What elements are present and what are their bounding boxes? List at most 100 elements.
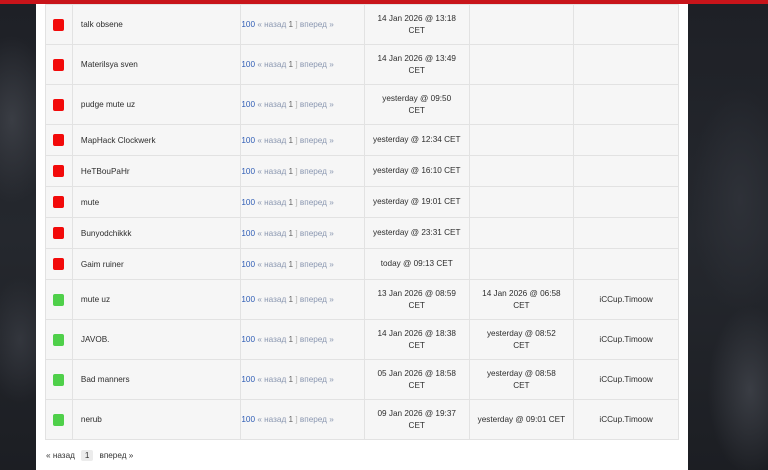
bottom-pagination: « назад 1 вперед » <box>46 450 133 461</box>
ban-date: yesterday @ 19:01 CET <box>372 197 461 207</box>
prev-link[interactable]: « назад <box>257 335 286 344</box>
prev-link[interactable]: « назад <box>257 60 286 69</box>
bracket: ] <box>295 20 298 29</box>
ban-date: yesterday @ 12:34 CET <box>372 135 461 145</box>
prev-link[interactable]: « назад <box>257 100 286 109</box>
status-cell <box>45 124 73 156</box>
count-link[interactable]: 100 <box>241 375 255 384</box>
next-link[interactable]: вперед » <box>300 229 334 238</box>
next-link[interactable]: вперед » <box>300 198 334 207</box>
prev-link[interactable]: « назад <box>257 375 286 384</box>
unban-date-tz: CET <box>513 380 530 390</box>
status-red-icon <box>53 18 65 31</box>
ban-reason: HeTBouPaHr <box>80 166 130 176</box>
prev-link[interactable]: « назад <box>257 295 286 304</box>
bottom-next-link[interactable]: вперед » <box>99 451 133 460</box>
bracket: ] <box>295 100 298 109</box>
ban-date-cell: 14 Jan 2026 @ 18:38 CET <box>363 319 470 360</box>
reason-cell: HeTBouPaHr <box>71 155 242 187</box>
count-link[interactable]: 100 <box>241 20 255 29</box>
next-link[interactable]: вперед » <box>300 167 334 176</box>
next-link[interactable]: вперед » <box>300 335 334 344</box>
admin-cell <box>573 217 679 249</box>
ban-date-cell: 05 Jan 2026 @ 18:58 CET <box>363 359 470 400</box>
next-link[interactable]: вперед » <box>300 20 334 29</box>
next-link[interactable]: вперед » <box>300 60 334 69</box>
current-page: 1 <box>288 197 294 207</box>
table-row: mute 100 « назад 1 ] вперед » yesterday @ … <box>45 186 679 218</box>
count-link[interactable]: 100 <box>241 415 255 424</box>
next-link[interactable]: вперед » <box>300 260 334 269</box>
unban-date: 14 Jan 2026 @ 06:58 <box>482 288 561 298</box>
ban-date: yesterday @ 23:31 CET <box>372 228 461 238</box>
unban-date-cell <box>468 124 575 156</box>
pager-cell: 100 « назад 1 ] вперед » <box>240 44 365 85</box>
admin-name[interactable]: iCCup.Timoow <box>599 295 652 304</box>
ban-date-cell: 09 Jan 2026 @ 19:37 CET <box>363 399 470 440</box>
ban-date-cell: today @ 09:13 CET <box>363 248 470 280</box>
bans-table: talk obsene 100 « назад 1 ] вперед » 14 Ja… <box>45 4 679 440</box>
prev-link[interactable]: « назад <box>257 20 286 29</box>
bracket: ] <box>295 259 298 269</box>
next-link[interactable]: вперед » <box>300 375 334 384</box>
unban-date-cell <box>468 84 575 125</box>
ban-reason: Materilsya sven <box>80 60 138 69</box>
admin-name[interactable]: iCCup.Timoow <box>599 335 652 344</box>
current-page: 1 <box>288 60 294 69</box>
status-green-icon <box>53 373 65 386</box>
pager-cell: 100 « назад 1 ] вперед » <box>240 279 365 320</box>
admin-name[interactable]: iCCup.Timoow <box>599 415 652 424</box>
count-link[interactable]: 100 <box>241 60 255 69</box>
next-link[interactable]: вперед » <box>300 100 334 109</box>
count-link[interactable]: 100 <box>241 229 255 238</box>
ban-date-tz: CET <box>408 25 425 35</box>
bracket: ] <box>295 197 298 207</box>
count-link[interactable]: 100 <box>241 335 255 344</box>
ban-date-tz: CET <box>408 380 425 390</box>
ban-date: 13 Jan 2026 @ 08:59 <box>377 288 456 298</box>
bracket: ] <box>295 228 298 238</box>
count-link[interactable]: 100 <box>241 100 255 109</box>
admin-name[interactable]: iCCup.Timoow <box>599 375 652 384</box>
status-red-icon <box>53 227 65 239</box>
table-row: Bunyodchikkk 100 « назад 1 ] вперед » yest… <box>45 217 679 249</box>
prev-link[interactable]: « назад <box>257 167 286 176</box>
unban-date-cell <box>468 186 575 218</box>
count-link[interactable]: 100 <box>241 260 255 269</box>
unban-date: yesterday @ 09:01 CET <box>477 414 566 424</box>
pager-cell: 100 « назад 1 ] вперед » <box>240 155 365 187</box>
status-green-icon <box>53 293 65 306</box>
next-link[interactable]: вперед » <box>300 136 334 145</box>
next-link[interactable]: вперед » <box>300 415 334 424</box>
ban-date-cell: yesterday @ 23:31 CET <box>363 217 470 249</box>
status-cell <box>45 84 73 125</box>
next-link[interactable]: вперед » <box>300 295 334 304</box>
unban-date-tz: CET <box>513 300 530 310</box>
prev-link[interactable]: « назад <box>257 198 286 207</box>
bracket: ] <box>295 375 298 384</box>
ban-date-cell: 14 Jan 2026 @ 13:49 CET <box>363 44 470 85</box>
admin-cell: iCCup.Timoow <box>573 319 679 360</box>
pager-cell: 100 « назад 1 ] вперед » <box>240 319 365 360</box>
count-link[interactable]: 100 <box>241 136 255 145</box>
prev-link[interactable]: « назад <box>257 229 286 238</box>
table-row: mute uz 100 « назад 1 ] вперед » 13 Jan 20… <box>45 279 679 320</box>
reason-cell: mute <box>71 186 242 218</box>
status-red-icon <box>53 165 65 177</box>
count-link[interactable]: 100 <box>241 295 255 304</box>
count-link[interactable]: 100 <box>241 167 255 176</box>
bottom-current-page[interactable]: 1 <box>80 450 94 461</box>
bottom-prev-link[interactable]: « назад <box>46 451 75 460</box>
status-red-icon <box>53 58 65 71</box>
ban-reason: talk obsene <box>80 20 123 29</box>
prev-link[interactable]: « назад <box>257 260 286 269</box>
unban-date-cell <box>468 217 575 249</box>
count-link[interactable]: 100 <box>241 198 255 207</box>
admin-cell: iCCup.Timoow <box>573 359 679 400</box>
pager-cell: 100 « назад 1 ] вперед » <box>240 359 365 400</box>
bracket: ] <box>295 135 298 145</box>
current-page: 1 <box>288 100 294 109</box>
prev-link[interactable]: « назад <box>257 136 286 145</box>
ban-date-cell: 13 Jan 2026 @ 08:59 CET <box>363 279 470 320</box>
prev-link[interactable]: « назад <box>257 415 286 424</box>
